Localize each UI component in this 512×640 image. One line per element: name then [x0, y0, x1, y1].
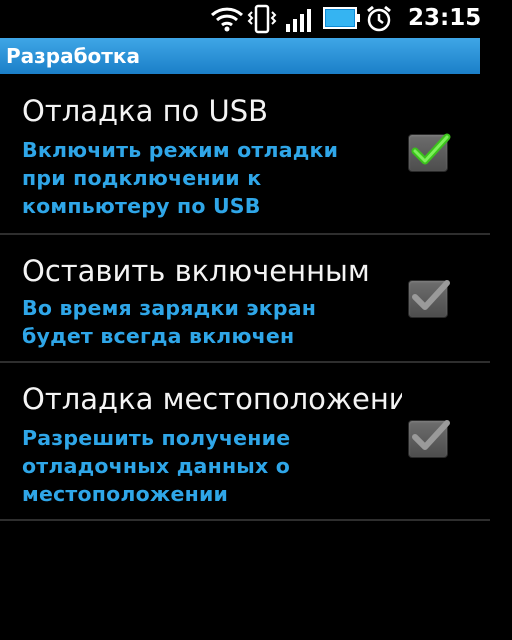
battery-icon	[322, 6, 362, 34]
pref-stay-awake[interactable]: Оставить включенным Во время зарядки экр…	[0, 236, 490, 361]
pref-title: Отладка местоположения	[22, 382, 402, 416]
pref-summary: Разрешить получение отладочных данных о …	[22, 426, 291, 506]
page-title: Разработка	[6, 44, 140, 68]
divider	[0, 361, 490, 363]
vibrate-icon	[246, 4, 278, 38]
pref-usb-debugging[interactable]: Отладка по USB Включить режим отладки пр…	[0, 78, 490, 233]
status-bar: 23:15	[0, 0, 512, 38]
check-icon	[412, 280, 450, 310]
pref-summary: Во время зарядки экран будет всегда вклю…	[22, 296, 317, 348]
pref-summary: Включить режим отладки при подключении к…	[22, 138, 339, 218]
check-icon	[412, 420, 450, 450]
mock-locations-checkbox[interactable]	[408, 420, 450, 458]
title-bar: Разработка	[0, 38, 480, 74]
status-time: 23:15	[408, 5, 482, 31]
stay-awake-checkbox[interactable]	[408, 280, 450, 318]
divider	[0, 519, 490, 521]
signal-icon	[284, 8, 320, 36]
divider	[0, 233, 490, 235]
alarm-icon	[364, 4, 394, 38]
pref-title: Отладка по USB	[22, 94, 269, 128]
check-icon	[411, 133, 451, 165]
pref-mock-locations[interactable]: Отладка местоположения Разрешить получен…	[0, 364, 490, 519]
pref-title: Оставить включенным	[22, 254, 370, 288]
usb-debugging-checkbox[interactable]	[408, 133, 451, 172]
wifi-icon	[210, 6, 244, 36]
